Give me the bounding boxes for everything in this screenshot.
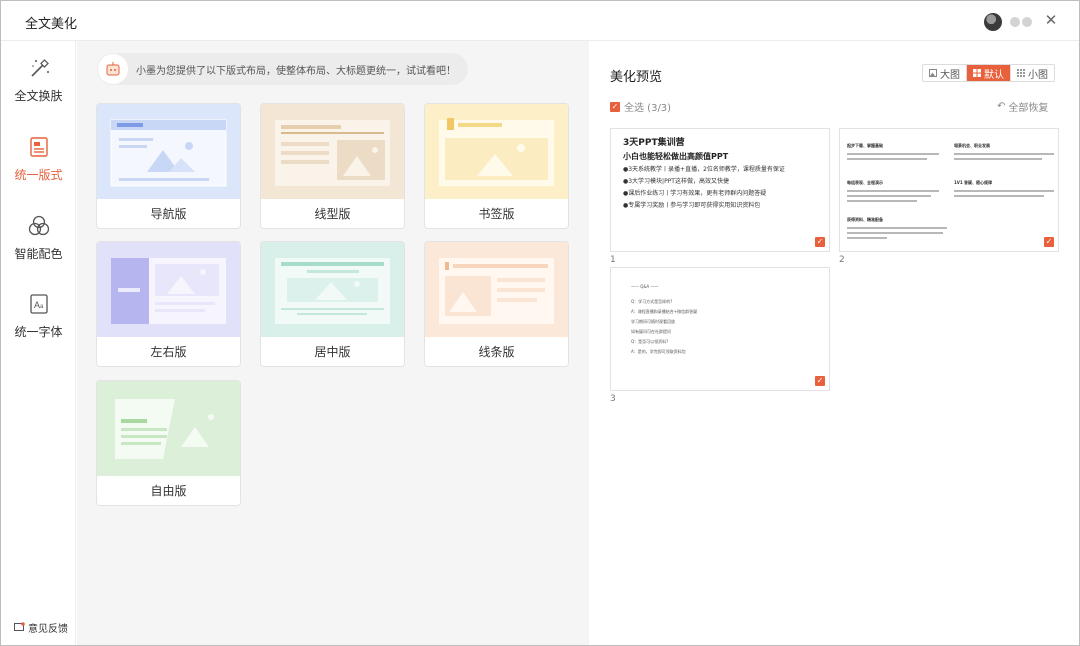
slide-number: 3	[610, 394, 616, 404]
slide-bullet: ●专属学习奖励丨参与学习即可获得实用知识资料包	[623, 202, 761, 209]
nav-label: 统一版式	[14, 168, 63, 182]
layout-thumbnail	[97, 381, 240, 476]
layout-card-free[interactable]: 自由版	[96, 380, 241, 506]
user-avatar[interactable]	[984, 13, 1002, 31]
slide-heading: 起步下载、掌握基础	[847, 143, 883, 148]
layout-card-center[interactable]: 居中版	[260, 241, 405, 367]
slide-preview-3[interactable]: —— Q&A —— Q：学习方式是怎样的? A：课程直播和录播结合+微信群答疑 …	[610, 267, 830, 391]
window-title: 全文美化	[25, 17, 78, 32]
status-dot-icon[interactable]	[1022, 17, 1032, 27]
restore-all-label: 全部恢复	[1008, 103, 1049, 114]
status-dot-icon[interactable]	[1010, 17, 1020, 27]
layout-thumbnail	[261, 242, 404, 337]
undo-icon: ↶	[997, 101, 1006, 112]
view-mode-label: 大图	[940, 69, 960, 81]
select-all-label: 全选 (3/3)	[624, 103, 672, 114]
layout-thumbnail	[261, 104, 404, 199]
view-mode-switcher: 大图 默认 小图	[922, 64, 1055, 82]
nav-item-skin[interactable]: 全文换肤	[1, 55, 76, 117]
color-circles-icon	[28, 215, 49, 236]
layout-card-label: 线型版	[261, 199, 404, 228]
layout-thumbnail	[425, 104, 568, 199]
nav-label: 统一字体	[14, 325, 63, 339]
view-mode-small[interactable]: 小图	[1011, 65, 1054, 81]
svg-text:a: a	[40, 304, 44, 310]
restore-all-button[interactable]: ↶ 全部恢复	[997, 99, 1048, 114]
feedback-button[interactable]: 意见反馈	[14, 620, 68, 635]
layout-thumbnail	[425, 242, 568, 337]
slide-subtitle: 小白也能轻松做出高颜值PPT	[623, 152, 729, 161]
slide-number: 2	[839, 255, 845, 265]
view-mode-large[interactable]: 大图	[923, 65, 967, 81]
layout-card-label: 自由版	[97, 476, 240, 505]
slide-text: Q：学习方式是怎样的?	[631, 299, 673, 304]
layout-card-line[interactable]: 线型版	[260, 103, 405, 229]
layout-card-nav[interactable]: 导航版	[96, 103, 241, 229]
slide-heading: 場景机会、职业发展	[954, 143, 990, 148]
slide-checkbox[interactable]: ✓	[815, 376, 825, 386]
feedback-icon	[14, 622, 25, 631]
close-button[interactable]: ✕	[1041, 10, 1061, 30]
layout-card-label: 居中版	[261, 337, 404, 366]
nav-item-color[interactable]: 智能配色	[1, 213, 76, 275]
slide-text: —— Q&A ——	[631, 284, 659, 289]
app-window: 全文美化 ✕ 全文换肤 统一版式 智能配色 A a 统一字体 意见反馈 小墨为您…	[0, 0, 1080, 646]
robot-assistant-icon	[98, 54, 128, 84]
layout-card-stripe[interactable]: 线条版	[424, 241, 569, 367]
layout-thumbnail	[97, 104, 240, 199]
select-all-checkbox[interactable]: ✓ 全选 (3/3)	[610, 99, 671, 114]
slide-checkbox[interactable]: ✓	[1044, 237, 1054, 247]
slide-bullet: ●课后作业练习丨学习有效果，更有老师群内问题答疑	[623, 190, 767, 197]
slide-number: 1	[610, 255, 616, 265]
layout-thumbnail	[97, 242, 240, 337]
slide-checkbox[interactable]: ✓	[815, 237, 825, 247]
layout-card-label: 左右版	[97, 337, 240, 366]
image-icon	[929, 69, 937, 77]
layout-card-leftright[interactable]: 左右版	[96, 241, 241, 367]
slide-text: A：是的，学完即可领取资料包	[631, 349, 686, 354]
hint-text: 小墨为您提供了以下版式布局，使整体布局、大标题更统一，试试看吧！	[136, 65, 456, 77]
grid-3x3-icon	[1017, 69, 1025, 77]
grid-2x2-icon	[973, 69, 981, 77]
nav-label: 智能配色	[14, 247, 63, 261]
slide-preview-2[interactable]: 起步下载、掌握基础 場景机会、职业发展 每组表现、全程演示 1V1 答疑、随心规…	[839, 128, 1059, 252]
magic-wand-icon	[30, 59, 49, 77]
slide-bullet: ●3大学习模块|PPT这样做，高效又快捷	[623, 178, 729, 185]
slide-preview-1[interactable]: 3天PPT集训营 小白也能轻松做出高颜值PPT ●3天系统教学丨录播+直播，2位…	[610, 128, 830, 252]
layout-card-label: 线条版	[425, 337, 568, 366]
slide-text: 学习期间可随时观看回放	[631, 319, 675, 324]
layout-icon	[29, 137, 48, 157]
preview-panel: 美化预览 大图 默认 小图 ✓ 全选 (3/3) ↶ 全部恢复 3天PPT集训营…	[590, 41, 1079, 645]
hint-bubble: 小墨为您提供了以下版式布局，使整体布局、大标题更统一，试试看吧！	[97, 53, 468, 85]
slide-heading: 获得资料、精准配备	[847, 217, 883, 222]
slide-text: 如有疑问可在社群提问	[631, 329, 671, 334]
nav-item-font[interactable]: A a 统一字体	[1, 291, 76, 353]
nav-label: 全文换肤	[14, 89, 63, 103]
layout-card-label: 导航版	[97, 199, 240, 228]
slide-heading: 1V1 答疑、随心规律	[954, 180, 993, 185]
checkbox-checked-icon: ✓	[610, 101, 620, 112]
view-mode-default[interactable]: 默认	[967, 65, 1011, 81]
feedback-label: 意见反馈	[28, 624, 68, 635]
slide-text: A：课程直播和录播结合+微信群答疑	[631, 309, 698, 314]
view-mode-label: 小图	[1028, 69, 1048, 81]
view-mode-label: 默认	[984, 69, 1004, 81]
preview-title: 美化预览	[610, 70, 663, 85]
layout-card-label: 书签版	[425, 199, 568, 228]
layout-card-bookmark[interactable]: 书签版	[424, 103, 569, 229]
slide-bullet: ●3天系统教学丨录播+直播，2位名师教学，课程质量有保证	[623, 166, 785, 173]
font-icon: A a	[29, 294, 48, 314]
nav-item-layout[interactable]: 统一版式	[1, 134, 76, 196]
layout-panel: 小墨为您提供了以下版式布局，使整体布局、大标题更统一，试试看吧！ 导航版 线型版…	[77, 41, 589, 645]
title-bar: 全文美化 ✕	[1, 1, 1079, 41]
slide-text: Q：是否可以领资料?	[631, 339, 669, 344]
slide-title: 3天PPT集训营	[623, 138, 685, 148]
slide-heading: 每组表现、全程演示	[847, 180, 883, 185]
left-nav: 全文换肤 统一版式 智能配色 A a 统一字体 意见反馈	[1, 41, 76, 645]
